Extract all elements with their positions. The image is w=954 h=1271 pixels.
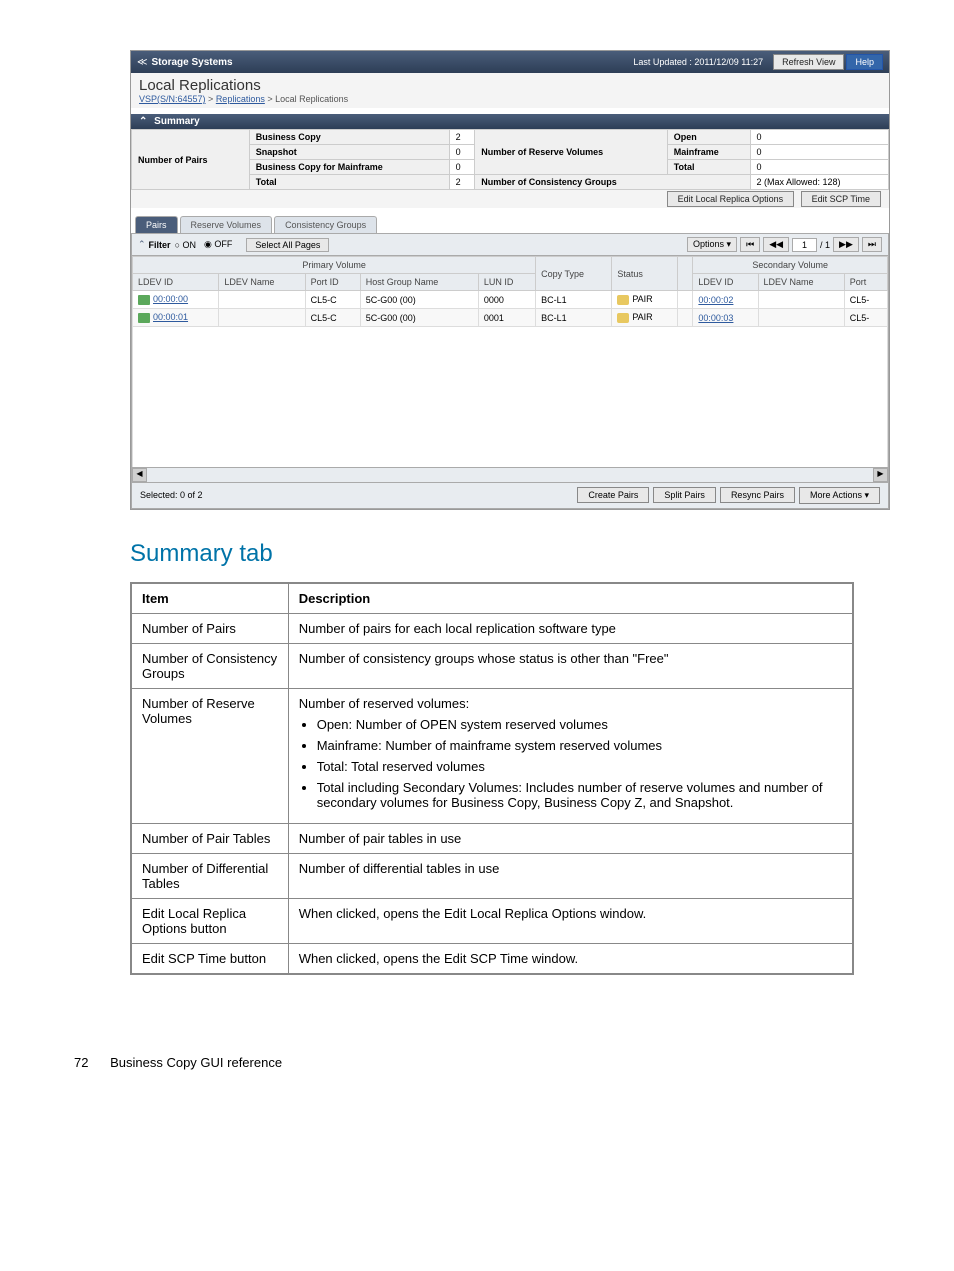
description-table: Item Description Number of Pairs Number … bbox=[130, 582, 854, 975]
tab-bar: Pairs Reserve Volumes Consistency Groups bbox=[131, 216, 889, 233]
ldev-id-link[interactable]: 00:00:02 bbox=[693, 291, 758, 309]
refresh-view-button[interactable]: Refresh View bbox=[773, 54, 844, 70]
breadcrumb-link-replications[interactable]: Replications bbox=[216, 94, 265, 104]
col-group-primary: Primary Volume bbox=[133, 257, 536, 274]
col-item: Item bbox=[131, 583, 288, 614]
table-row: Number of Differential Tables Number of … bbox=[131, 853, 853, 898]
ldev-id-link[interactable]: 00:00:03 bbox=[693, 309, 758, 327]
selected-count-label: Selected: 0 of 2 bbox=[140, 490, 573, 500]
filter-chevron-icon: ⌃ bbox=[138, 239, 146, 250]
options-dropdown[interactable]: Options ▾ bbox=[687, 237, 737, 252]
data-grid: Primary Volume Copy Type Status Secondar… bbox=[131, 256, 889, 509]
resync-pairs-button[interactable]: Resync Pairs bbox=[720, 487, 795, 503]
table-row: Edit Local Replica Options button When c… bbox=[131, 898, 853, 943]
help-button[interactable]: Help bbox=[846, 54, 883, 70]
last-updated-text: Last Updated : 2011/12/09 11:27 bbox=[633, 57, 763, 67]
page-number: 72 bbox=[74, 1055, 88, 1070]
summary-label-numpairs: Number of Pairs bbox=[132, 130, 250, 190]
table-row: Number of Pairs Number of pairs for each… bbox=[131, 613, 853, 643]
breadcrumb-link-storage[interactable]: VSP(S/N:64557) bbox=[139, 94, 206, 104]
ldev-id-link[interactable]: 00:00:00 bbox=[133, 291, 219, 309]
horizontal-scrollbar[interactable]: ◀ ▶ bbox=[132, 467, 888, 482]
page-footer-text: Business Copy GUI reference bbox=[110, 1055, 282, 1070]
tab-pairs[interactable]: Pairs bbox=[135, 216, 178, 233]
section-heading: Summary tab bbox=[130, 540, 854, 568]
filter-toolbar: ⌃ Filter ○ ON ◉ OFF Select All Pages Opt… bbox=[131, 233, 889, 256]
table-row: Number of Pair Tables Number of pair tab… bbox=[131, 823, 853, 853]
page-next-button[interactable]: ▶▶ bbox=[833, 237, 859, 252]
filter-off-radio[interactable]: ◉ OFF bbox=[204, 239, 232, 250]
pair-status-icon bbox=[617, 295, 629, 305]
scroll-right-icon[interactable]: ▶ bbox=[873, 468, 888, 482]
split-pairs-button[interactable]: Split Pairs bbox=[653, 487, 716, 503]
summary-label-numresv: Number of Reserve Volumes bbox=[475, 130, 667, 175]
summary-table: Number of Pairs Business Copy2 Number of… bbox=[131, 129, 889, 190]
tab-reserve-volumes[interactable]: Reserve Volumes bbox=[180, 216, 273, 233]
page-prev-button[interactable]: ◀◀ bbox=[763, 237, 789, 252]
summary-section-header[interactable]: ⌃ Summary bbox=[131, 114, 889, 129]
table-row[interactable]: 00:00:00 CL5-C 5C-G00 (00) 0000 BC-L1 PA… bbox=[133, 291, 888, 309]
ldev-id-link[interactable]: 00:00:01 bbox=[133, 309, 219, 327]
table-row[interactable]: 00:00:01 CL5-C 5C-G00 (00) 0001 BC-L1 PA… bbox=[133, 309, 888, 327]
page-of-label: / 1 bbox=[820, 240, 830, 250]
volume-icon bbox=[138, 313, 150, 323]
col-group-secondary: Secondary Volume bbox=[693, 257, 888, 274]
page-header: Local Replications VSP(S/N:64557) > Repl… bbox=[131, 73, 889, 108]
more-actions-dropdown[interactable]: More Actions ▾ bbox=[799, 487, 880, 504]
page-first-button[interactable]: ⏮ bbox=[740, 237, 760, 252]
page-last-button[interactable]: ⏭ bbox=[862, 237, 882, 252]
pair-status-icon bbox=[617, 313, 629, 323]
page-footer: 72 Business Copy GUI reference bbox=[74, 1055, 954, 1070]
select-all-pages-button[interactable]: Select All Pages bbox=[246, 238, 329, 252]
filter-on-radio[interactable]: ○ ON bbox=[175, 240, 196, 250]
table-row: Number of Reserve Volumes Number of rese… bbox=[131, 688, 853, 823]
grid-footer: Selected: 0 of 2 Create Pairs Split Pair… bbox=[132, 482, 888, 508]
edit-scp-time-button[interactable]: Edit SCP Time bbox=[801, 191, 881, 207]
scroll-left-icon[interactable]: ◀ bbox=[132, 468, 147, 482]
chevron-up-icon: ⌃ bbox=[139, 116, 147, 127]
document-body: Summary tab Item Description Number of P… bbox=[130, 540, 854, 975]
tab-consistency-groups[interactable]: Consistency Groups bbox=[274, 216, 377, 233]
window-titlebar: ≪ Storage Systems Last Updated : 2011/12… bbox=[131, 51, 889, 73]
edit-local-replica-options-button[interactable]: Edit Local Replica Options bbox=[667, 191, 795, 207]
filter-label: Filter bbox=[149, 240, 171, 250]
volume-icon bbox=[138, 295, 150, 305]
window-title: Storage Systems bbox=[151, 57, 633, 68]
create-pairs-button[interactable]: Create Pairs bbox=[577, 487, 649, 503]
table-row: Number of Consistency Groups Number of c… bbox=[131, 643, 853, 688]
table-row: Edit SCP Time button When clicked, opens… bbox=[131, 943, 853, 974]
page-title: Local Replications bbox=[139, 77, 881, 94]
summary-actions: Edit Local Replica Options Edit SCP Time bbox=[131, 190, 889, 208]
summary-label-numcg: Number of Consistency Groups bbox=[475, 175, 750, 190]
col-description: Description bbox=[288, 583, 853, 614]
breadcrumb: VSP(S/N:64557) > Replications > Local Re… bbox=[139, 94, 881, 104]
page-input[interactable]: 1 bbox=[792, 238, 817, 252]
collapse-chevron-icon[interactable]: ≪ bbox=[137, 57, 147, 68]
screenshot-panel: ≪ Storage Systems Last Updated : 2011/12… bbox=[130, 50, 890, 510]
